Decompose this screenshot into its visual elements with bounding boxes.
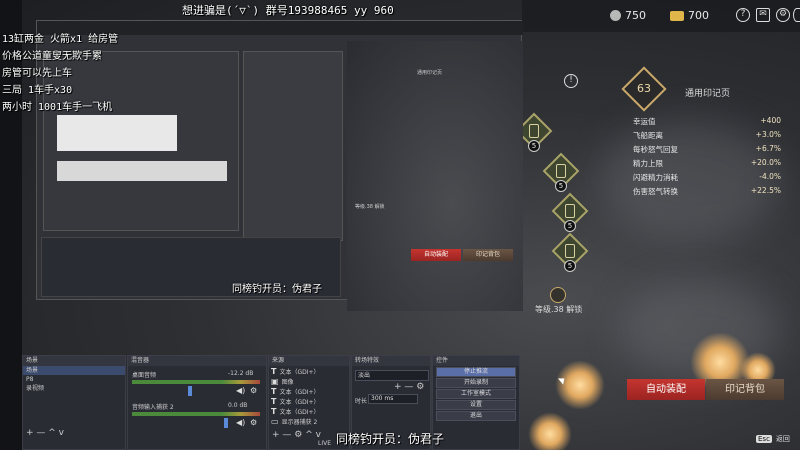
- esc-key: Esc: [756, 435, 772, 443]
- source-item[interactable]: T 文本（GDI+）: [269, 396, 349, 406]
- settings-icon[interactable]: ⚙: [776, 8, 790, 22]
- source-item[interactable]: ▭ 显示器捕获 2: [269, 416, 349, 426]
- source-toolbar[interactable]: + — ⚙ ^ v: [272, 430, 321, 440]
- volume-slider[interactable]: [224, 418, 228, 428]
- mail-icon[interactable]: ✉: [756, 8, 770, 22]
- help-icon[interactable]: ?: [736, 8, 750, 22]
- stat-row: 精力上限 +20.0%: [633, 158, 781, 168]
- overlay-caption-nested: 同榜钓开员：伪君子: [232, 284, 322, 295]
- sources-title: 来源: [269, 356, 349, 366]
- source-item[interactable]: T 文本（GDI+）: [269, 366, 349, 376]
- mixer-channel-db: 0.0 dB: [228, 402, 248, 409]
- duration-label: 时长: [355, 398, 368, 405]
- start-record-button[interactable]: 开始录制: [436, 378, 516, 388]
- scene-item[interactable]: 场景: [23, 366, 125, 375]
- scene-item[interactable]: P8: [23, 375, 125, 384]
- level-number: 63: [637, 82, 651, 95]
- source-item[interactable]: T 文本（GDI+）: [269, 386, 349, 396]
- gear-icon[interactable]: ⚙: [250, 386, 257, 395]
- gear-icon[interactable]: ⚙: [250, 418, 257, 427]
- stop-stream-button[interactable]: 停止推流: [436, 367, 516, 377]
- stat-row: 飞船距离 +3.0%: [633, 130, 781, 140]
- speaker-icon[interactable]: ◀): [236, 418, 245, 427]
- overlay-note: 房管可以先上车: [2, 68, 72, 79]
- gold-bar-icon: [670, 10, 684, 21]
- settings-button[interactable]: 设置: [436, 400, 516, 410]
- overlay-note: 两小时 1001车手一飞机: [2, 102, 113, 113]
- mixer-title: 混音器: [128, 356, 266, 366]
- live-status: LIVE: [318, 440, 332, 447]
- user-icon[interactable]: [793, 8, 800, 22]
- overlay-note: 价格公道童叟无欺手累: [2, 51, 102, 62]
- obs-scenes-panel: 场景 场景 P8 录视频 + — ^ v: [22, 355, 126, 450]
- rune-slot[interactable]: 5: [551, 192, 589, 232]
- speaker-icon[interactable]: ◀): [236, 386, 245, 395]
- currency-value: 750: [625, 9, 646, 22]
- transition-title: 转场特效: [352, 356, 430, 366]
- stream-screen: 750 700 ? ✉ ⚙ ! 63 通用印记页 幸运值 +400 飞船距离 +3.…: [0, 0, 800, 450]
- stat-row: 幸运值 +400: [633, 116, 781, 126]
- mixer-channel-name: 音频输入捕获 2: [132, 404, 174, 411]
- audio-meter: [132, 412, 260, 416]
- auto-equip-button[interactable]: 自动装配: [627, 379, 705, 400]
- studio-mode-button[interactable]: 工作室模式: [436, 389, 516, 399]
- duration-input[interactable]: 300 ms: [368, 394, 418, 404]
- locked-slot: [550, 287, 566, 303]
- overlay-note: 13缸两金 火箭x1 给房管: [2, 34, 119, 45]
- rune-bag-button[interactable]: 印记背包: [706, 379, 784, 400]
- overlay-title: 想进骗是(´▽`) 群号193988465 yy 960: [182, 4, 394, 17]
- overlay-caption: 同榜钓开员：伪君子: [336, 432, 445, 446]
- scenes-title: 场景: [23, 356, 125, 366]
- resource-gold: 700: [670, 9, 709, 22]
- mixer-channel-name: 桌面音频: [132, 372, 157, 379]
- transition-select[interactable]: 淡出: [355, 370, 429, 381]
- preview-auto-equip: 自动装配: [411, 249, 461, 261]
- gold-value: 700: [688, 9, 709, 22]
- obs-mixer-panel: 混音器 桌面音频 -12.2 dB ◀) ⚙ 音频输入捕获 2 0.0 dB ◀…: [127, 355, 267, 450]
- stat-row: 伤害怒气转换 +22.5%: [633, 186, 781, 196]
- obs-controls-panel: 控件 停止推流 开始录制 工作室模式 设置 退出: [432, 355, 520, 450]
- overlay-notes: 13缸两金 火箭x1 给房管 价格公道童叟无欺手累 房管可以先上车 三局 1车手…: [2, 30, 118, 113]
- unlock-text: 等级.38 解锁: [535, 305, 583, 314]
- transition-toolbar[interactable]: + — ⚙: [394, 382, 424, 392]
- gear-currency-icon: [610, 10, 621, 21]
- source-item[interactable]: ▣ 图像: [269, 376, 349, 386]
- resource-currency: 750: [610, 9, 646, 22]
- preview-unlock-text: 等级.38 解锁: [355, 204, 385, 210]
- scene-item[interactable]: 录视频: [23, 384, 125, 393]
- overlay-note: 三局 1车手x30: [2, 85, 73, 96]
- source-item[interactable]: T 文本（GDI+）: [269, 406, 349, 416]
- rune-page-title: 通用印记页: [685, 89, 731, 99]
- exit-button[interactable]: 退出: [436, 411, 516, 421]
- mixer-channel-db: -12.2 dB: [228, 370, 254, 377]
- preview-rune-bag: 印记背包: [463, 249, 513, 261]
- stat-row: 闪避精力消耗 -4.0%: [633, 172, 781, 182]
- rune-slot[interactable]: 5: [542, 152, 580, 192]
- rune-slot[interactable]: 5: [551, 232, 589, 272]
- scene-toolbar[interactable]: + — ^ v: [26, 428, 64, 438]
- stat-row: 每秒怒气回复 +6.7%: [633, 144, 781, 154]
- game-top-bar: 750 700 ? ✉ ⚙: [522, 0, 800, 32]
- volume-slider[interactable]: [188, 386, 192, 396]
- esc-back[interactable]: Esc 返回: [756, 434, 790, 444]
- lamp-glow: [528, 412, 572, 450]
- preview-panel-title: 通用印记页: [417, 70, 443, 76]
- audio-meter: [132, 380, 260, 384]
- info-icon[interactable]: !: [564, 74, 578, 88]
- back-label: 返回: [775, 435, 790, 443]
- controls-title: 控件: [433, 356, 519, 366]
